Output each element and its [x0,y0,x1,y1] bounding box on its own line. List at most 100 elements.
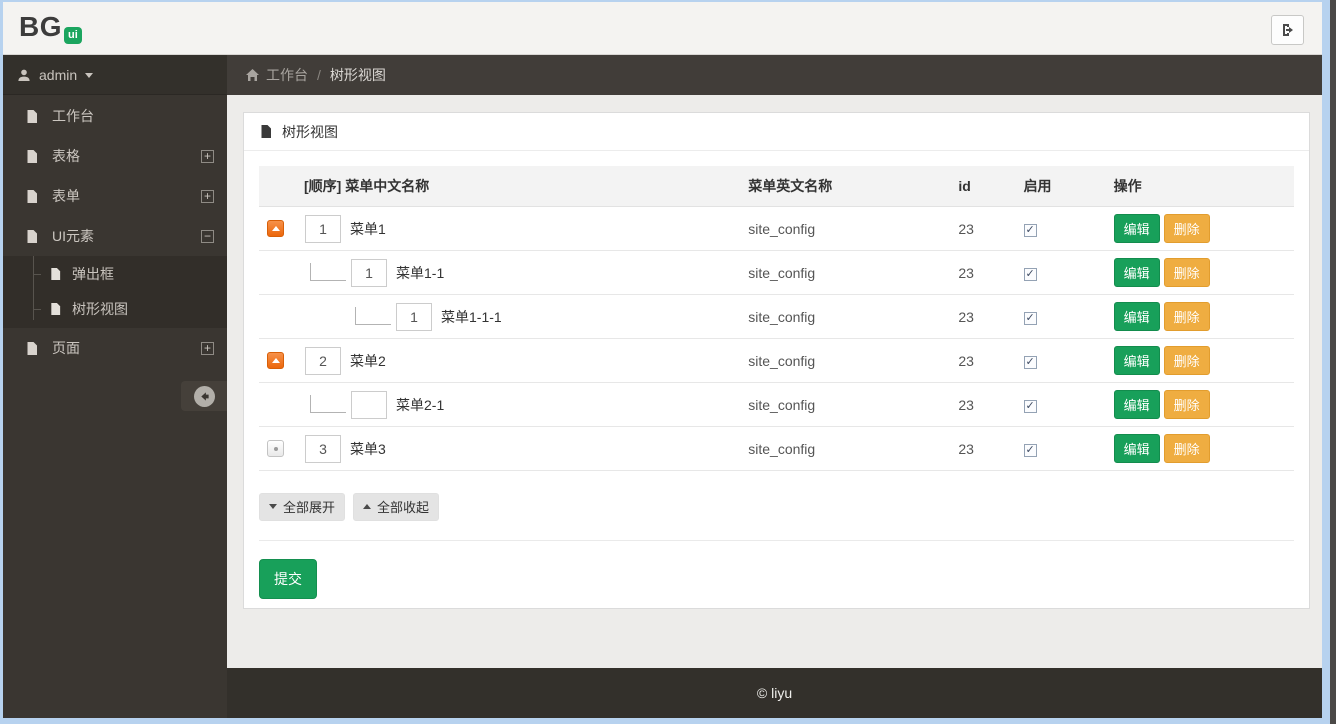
table-row: 菜单3site_config23编辑删除 [259,427,1294,471]
menu-id: 23 [950,383,1015,427]
menu-en-name: site_config [740,207,950,251]
menu-name-label: 菜单1-1 [396,263,444,283]
enabled-cell [1016,427,1106,471]
name-cell: 菜单2-1 [259,383,740,427]
caret-down-icon [269,504,277,513]
delete-button[interactable]: 删除 [1164,258,1210,287]
collapse-toggle-button[interactable] [267,220,284,237]
enabled-cell [1016,339,1106,383]
enabled-checkbox[interactable] [1024,224,1037,237]
username-label: admin [39,67,77,83]
table-row: 菜单1 site_config23 编辑删除 [259,207,1294,251]
topbar: BGui [3,2,1322,55]
content-body: 树形视图 [顺序] 菜单中文名称 菜单英文名称 id 启用 操作 [227,95,1322,668]
user-icon [17,68,31,82]
menu-en-name: site_config [740,251,950,295]
order-input[interactable] [305,435,341,463]
order-input[interactable] [351,391,387,419]
tree-node: 菜单2 [267,347,732,375]
expand-plus-icon[interactable] [201,150,214,163]
delete-button[interactable]: 删除 [1164,302,1210,331]
expand-plus-icon[interactable] [201,342,214,355]
enabled-checkbox[interactable] [1024,356,1037,369]
edit-button[interactable]: 编辑 [1114,346,1160,375]
collapse-minus-icon[interactable] [201,230,214,243]
enabled-checkbox[interactable] [1024,400,1037,413]
enabled-cell [1016,295,1106,339]
actions-cell: 编辑删除 [1106,339,1294,383]
menu-name-label: 菜单3 [350,439,386,459]
name-cell: 菜单1-1 [259,251,740,295]
name-cell: 菜单2 [259,339,740,383]
edit-button[interactable]: 编辑 [1114,434,1160,463]
tree-table-body: 菜单1site_config23编辑删除菜单1-1site_config23编辑… [259,207,1294,471]
edit-button[interactable]: 编辑 [1114,390,1160,419]
tree-node: 菜单1-1-1 [267,303,732,331]
submit-button[interactable]: 提交 [259,559,317,599]
menu-id: 23 [950,427,1015,471]
sidebar-item-label: 表单 [52,186,188,206]
sidebar-item-treeview[interactable]: 树形视图 [3,291,227,326]
sidebar-menu: 工作台 表格 表单 UI元素 [3,95,227,718]
expand-all-button[interactable]: 全部展开 [259,493,345,521]
sidebar-item-pages[interactable]: 页面 [3,328,227,368]
leaf-toggle-button[interactable] [267,440,284,457]
sidebar-subitem-label: 弹出框 [72,264,114,284]
user-menu[interactable]: admin [3,55,227,95]
edit-button[interactable]: 编辑 [1114,258,1160,287]
delete-button[interactable]: 删除 [1164,390,1210,419]
collapse-all-button[interactable]: 全部收起 [353,493,439,521]
caret-up-icon [272,354,280,363]
sidebar-item-label: 页面 [52,338,188,358]
delete-button[interactable]: 删除 [1164,434,1210,463]
sidebar-collapse-button[interactable] [181,381,227,411]
collapse-toggle-button[interactable] [267,352,284,369]
delete-button[interactable]: 删除 [1164,346,1210,375]
order-input[interactable] [305,347,341,375]
file-icon [25,189,39,204]
sidebar-item-workbench[interactable]: 工作台 [3,96,227,136]
enabled-checkbox[interactable] [1024,312,1037,325]
order-input[interactable] [305,215,341,243]
content-column: 工作台 / 树形视图 树形视图 [顺序] 菜单中文名称 [227,55,1322,718]
table-row: 菜单2site_config23编辑删除 [259,339,1294,383]
footer: © liyu [227,668,1322,718]
tree-node: 菜单2-1 [267,391,732,419]
logo-text: BG [19,11,62,42]
enabled-checkbox[interactable] [1024,444,1037,457]
actions-cell: 编辑删除 [1106,427,1294,471]
sidebar-item-popup[interactable]: 弹出框 [3,256,227,291]
menu-name-label: 菜单2-1 [396,395,444,415]
actions-cell: 编辑删除 [1106,383,1294,427]
expand-all-label: 全部展开 [283,497,335,516]
sidebar-item-ui-elements[interactable]: UI元素 [3,216,227,256]
sidebar-item-label: 表格 [52,146,188,166]
expand-plus-icon[interactable] [201,190,214,203]
enabled-checkbox[interactable] [1024,268,1037,281]
delete-button[interactable]: 删除 [1164,214,1210,243]
menu-name-label: 菜单2 [350,351,386,371]
breadcrumb-home-label: 工作台 [266,65,308,85]
sidebar-item-tables[interactable]: 表格 [3,136,227,176]
tree-connector-line [310,263,346,281]
menu-id: 23 [950,207,1015,251]
main-area: admin 工作台 表格 表单 [3,55,1322,718]
edit-button[interactable]: 编辑 [1114,302,1160,331]
file-icon [25,341,39,356]
file-icon [49,302,62,316]
enabled-cell [1016,207,1106,251]
breadcrumb-separator: / [315,67,323,83]
order-input[interactable] [396,303,432,331]
logo-badge: ui [64,27,82,44]
name-cell: 菜单1 [259,207,740,251]
edit-button[interactable]: 编辑 [1114,214,1160,243]
tree-node: 菜单1-1 [267,259,732,287]
logout-button[interactable] [1271,15,1304,45]
tree-controls: 全部展开 全部收起 [259,493,1294,521]
breadcrumb-home-link[interactable]: 工作台 [245,65,308,85]
menu-name-label: 菜单1 [350,219,386,239]
order-input[interactable] [351,259,387,287]
enabled-cell [1016,383,1106,427]
sidebar-item-forms[interactable]: 表单 [3,176,227,216]
tree-connector-line [310,395,346,413]
